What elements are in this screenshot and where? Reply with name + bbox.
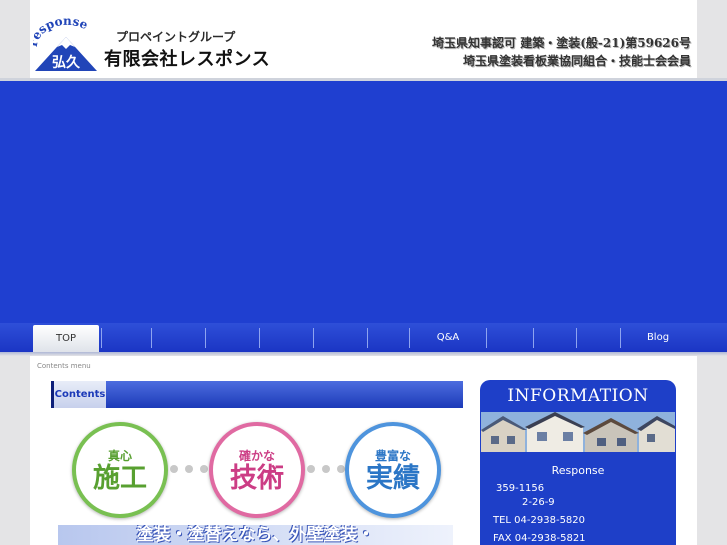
information-title: INFORMATION	[507, 386, 649, 406]
nav-item-4[interactable]	[206, 323, 259, 352]
feature-banner[interactable]: 真心 施工 確かな 技術 豊富な 実績 塗装・塗替えなら、外壁塗装・	[58, 418, 453, 545]
houses-photo	[481, 412, 675, 452]
group-name: プロペイントグループ	[116, 30, 236, 44]
license-line-2: 埼玉県塗装看板業協同組合・技能士会会員	[462, 54, 691, 68]
nav-item-qa[interactable]: Q&A	[410, 323, 486, 352]
badge-title: 施工	[93, 462, 147, 494]
address: 2-26-9	[522, 497, 555, 508]
company-logo[interactable]: 弘久 response	[33, 17, 99, 75]
postal-code: 359-1156	[496, 483, 545, 494]
nav-item-10[interactable]	[534, 323, 576, 352]
badge-skill: 確かな 技術	[209, 422, 305, 518]
company-name[interactable]: 有限会社レスポンス	[104, 45, 270, 71]
connector-dot	[185, 465, 193, 473]
nav-item-7[interactable]	[368, 323, 409, 352]
phone-number[interactable]: TEL 04-2938-5820	[493, 515, 585, 526]
logo-kanji: 弘久	[52, 54, 81, 71]
badge-caption: 真心	[107, 448, 132, 463]
nav-item-5[interactable]	[260, 323, 313, 352]
badge-caption: 確かな	[238, 448, 275, 463]
fax-number: FAX 04-2938-5821	[493, 533, 586, 544]
badge-title: 技術	[230, 462, 284, 494]
connector-dot	[200, 465, 208, 473]
company-name-en: Response	[551, 464, 605, 477]
information-panel: INFORMATION Response 359-1156 2-26-9 TEL…	[480, 380, 676, 545]
nav-item-2[interactable]	[102, 323, 151, 352]
license-line-1: 埼玉県知事認可 建築・塗装(般-21)第59626号	[432, 36, 691, 50]
nav-item-blog[interactable]: Blog	[621, 323, 695, 352]
site-header: 弘久 response プロペイントグループ 有限会社レスポンス 埼玉県知事認可…	[30, 0, 697, 78]
connector-dot	[307, 465, 315, 473]
nav-item-6[interactable]	[314, 323, 367, 352]
hero-banner	[0, 81, 727, 324]
connector-dot	[337, 465, 345, 473]
contents-tab[interactable]: Contents	[54, 381, 106, 408]
nav-item-11[interactable]	[577, 323, 620, 352]
badge-experience: 豊富な 実績	[345, 422, 441, 518]
nav-item-top[interactable]: TOP	[33, 325, 99, 352]
badge-sincere-work: 真心 施工	[72, 422, 168, 518]
main-navigation: TOP Q&A Blog	[0, 323, 727, 352]
badge-caption: 豊富な	[374, 448, 411, 463]
contents-heading-bar: Contents	[51, 381, 463, 408]
connector-dot	[322, 465, 330, 473]
connector-dot	[170, 465, 178, 473]
contents-menu-label: Contents menu	[37, 362, 91, 370]
badge-title: 実績	[366, 462, 420, 494]
nav-item-9[interactable]	[487, 323, 533, 352]
nav-item-3[interactable]	[152, 323, 205, 352]
slogan-text: 塗装・塗替えなら、外壁塗装・	[58, 525, 453, 545]
